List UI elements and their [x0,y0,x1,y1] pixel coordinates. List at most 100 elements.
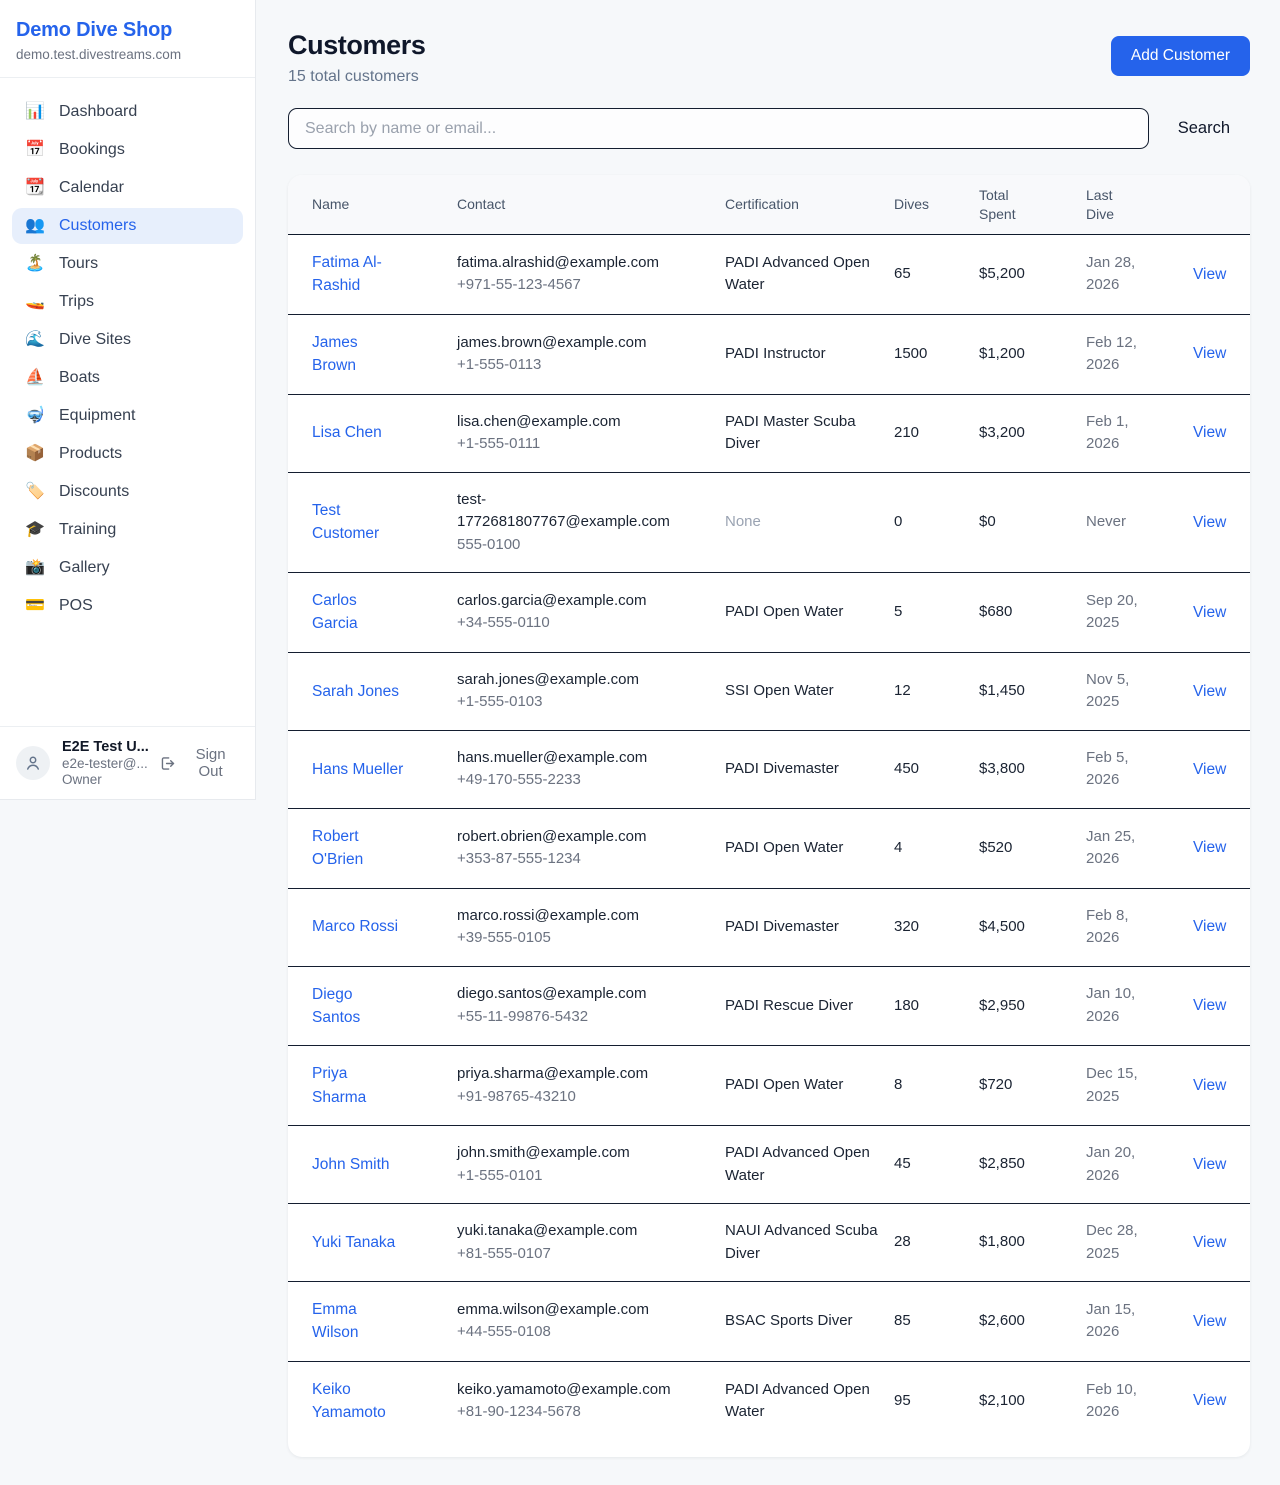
customer-name-link[interactable]: Marco Rossi [312,915,398,938]
dives-count: 0 [894,511,979,534]
search-button[interactable]: Search [1176,113,1232,144]
view-link[interactable]: View [1179,1313,1226,1330]
view-link[interactable]: View [1179,424,1226,441]
customer-name-link[interactable]: Lisa Chen [312,421,382,444]
customer-email: fatima.alrashid@example.com [457,252,672,275]
view-link[interactable]: View [1179,345,1226,362]
view-link[interactable]: View [1179,1156,1226,1173]
customer-name-link[interactable]: John Smith [312,1153,390,1176]
sidebar-item-label: Gallery [59,559,110,577]
certification: BSAC Sports Diver [725,1310,853,1333]
customer-phone: +91-98765-43210 [457,1086,675,1109]
certification: PADI Advanced Open Water [725,1142,884,1187]
sidebar-item-customers[interactable]: 👥 Customers [12,208,243,244]
customer-name-link[interactable]: Test Customer [312,499,404,546]
total-spent: $4,500 [979,916,1086,939]
tag-icon: 🏷️ [24,484,46,500]
view-link[interactable]: View [1179,1077,1226,1094]
customer-name-link[interactable]: Hans Mueller [312,758,403,781]
customer-name-link[interactable]: Sarah Jones [312,680,399,703]
total-spent: $2,950 [979,995,1086,1018]
view-link[interactable]: View [1179,604,1226,621]
sidebar-item-products[interactable]: 📦 Products [12,436,243,472]
view-link[interactable]: View [1179,683,1226,700]
column-header-contact: Contact [457,196,505,212]
last-dive-date: Feb 5, 2026 [1086,747,1158,792]
customer-name-link[interactable]: Fatima Al-Rashid [312,251,404,298]
customer-name-link[interactable]: Carlos Garcia [312,589,404,636]
customer-email: carlos.garcia@example.com [457,590,672,613]
page: Demo Dive Shop demo.test.divestreams.com… [0,0,1280,1485]
user-role: Owner [62,772,147,787]
sidebar-item-trips[interactable]: 🚤 Trips [12,284,243,320]
customer-name-link[interactable]: Priya Sharma [312,1062,404,1109]
sidebar-item-calendar[interactable]: 📆 Calendar [12,170,243,206]
user-email: e2e-tester@... [62,756,147,771]
customer-name-link[interactable]: Keiko Yamamoto [312,1378,404,1425]
wave-icon: 🌊 [24,332,46,348]
customer-name-link[interactable]: James Brown [312,331,404,378]
sailboat-icon: ⛵ [24,370,46,386]
contact-cell: robert.obrien@example.com +353-87-555-12… [457,826,685,871]
view-link[interactable]: View [1179,839,1226,856]
customer-name-link[interactable]: Diego Santos [312,983,404,1030]
column-header-certification: Certification [725,196,799,212]
sidebar-item-label: POS [59,597,93,615]
view-link[interactable]: View [1179,1392,1226,1409]
view-link[interactable]: View [1179,1234,1226,1251]
last-dive-date: Feb 1, 2026 [1086,411,1158,456]
table-row: Priya Sharma priya.sharma@example.com +9… [288,1045,1250,1125]
table-row: Emma Wilson emma.wilson@example.com +44-… [288,1281,1250,1361]
last-dive-date: Nov 5, 2025 [1086,669,1158,714]
customer-phone: +353-87-555-1234 [457,848,675,871]
speedboat-icon: 🚤 [24,294,46,310]
contact-cell: yuki.tanaka@example.com +81-555-0107 [457,1220,685,1265]
customer-name-link[interactable]: Robert O'Brien [312,825,404,872]
customer-phone: +49-170-555-2233 [457,769,675,792]
sidebar-item-tours[interactable]: 🏝️ Tours [12,246,243,282]
sidebar-item-discounts[interactable]: 🏷️ Discounts [12,474,243,510]
contact-cell: keiko.yamamoto@example.com +81-90-1234-5… [457,1379,685,1424]
certification: NAUI Advanced Scuba Diver [725,1220,884,1265]
sidebar-item-equipment[interactable]: 🤿 Equipment [12,398,243,434]
total-spent: $2,100 [979,1390,1086,1413]
total-spent: $680 [979,601,1086,624]
search-input[interactable] [288,108,1149,149]
view-link[interactable]: View [1179,918,1226,935]
sidebar-item-bookings[interactable]: 📅 Bookings [12,132,243,168]
contact-cell: carlos.garcia@example.com +34-555-0110 [457,590,685,635]
customer-phone: +1-555-0101 [457,1165,675,1188]
dives-count: 180 [894,995,979,1018]
add-customer-button[interactable]: Add Customer [1111,36,1250,76]
customer-name-link[interactable]: Emma Wilson [312,1298,404,1345]
last-dive-date: Jan 20, 2026 [1086,1142,1158,1187]
customer-count: 15 total customers [288,68,425,86]
sign-out-button[interactable]: Sign Out [159,746,239,780]
view-link[interactable]: View [1179,266,1226,283]
view-link[interactable]: View [1179,997,1226,1014]
contact-cell: sarah.jones@example.com +1-555-0103 [457,669,685,714]
dives-count: 12 [894,680,979,703]
dives-count: 4 [894,837,979,860]
table-row: Carlos Garcia carlos.garcia@example.com … [288,572,1250,652]
table-row: James Brown james.brown@example.com +1-5… [288,314,1250,394]
avatar [16,746,50,780]
view-link[interactable]: View [1179,514,1226,531]
dives-count: 320 [894,916,979,939]
sidebar-item-pos[interactable]: 💳 POS [12,588,243,624]
sidebar-item-gallery[interactable]: 📸 Gallery [12,550,243,586]
dives-count: 5 [894,601,979,624]
sidebar-item-training[interactable]: 🎓 Training [12,512,243,548]
sidebar-item-boats[interactable]: ⛵ Boats [12,360,243,396]
customer-phone: +44-555-0108 [457,1321,675,1344]
customer-phone: +81-555-0107 [457,1243,675,1266]
view-link[interactable]: View [1179,761,1226,778]
customer-phone: +34-555-0110 [457,612,675,635]
sidebar-item-dive-sites[interactable]: 🌊 Dive Sites [12,322,243,358]
customer-name-link[interactable]: Yuki Tanaka [312,1231,395,1254]
column-header-name: Name [312,196,349,212]
customer-phone: +55-11-99876-5432 [457,1006,675,1029]
sidebar-item-dashboard[interactable]: 📊 Dashboard [12,94,243,130]
contact-cell: lisa.chen@example.com +1-555-0111 [457,411,685,456]
total-spent: $0 [979,511,1086,534]
